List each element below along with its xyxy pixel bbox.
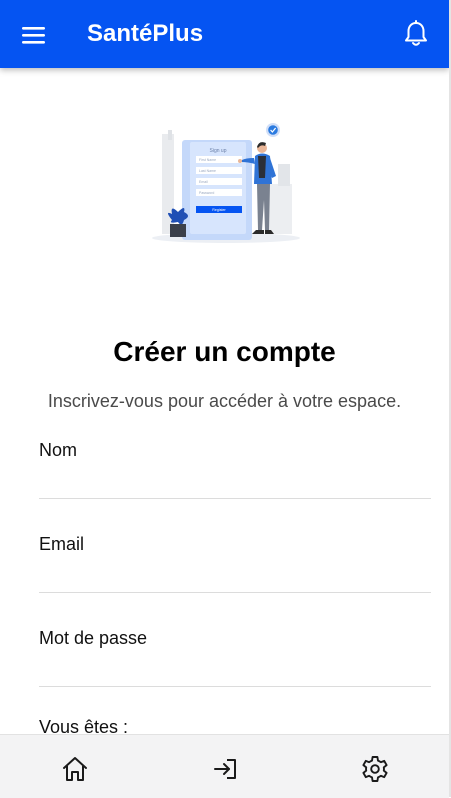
bell-icon[interactable] xyxy=(403,20,429,48)
menu-icon[interactable] xyxy=(22,25,46,45)
signup-illustration: Sign up First Name Last Name Email Passw… xyxy=(148,104,304,244)
login-icon[interactable] xyxy=(211,754,241,784)
illustration-form-title: Sign up xyxy=(210,148,227,154)
illustration-field: Last Name xyxy=(199,169,216,173)
app-bar: SantéPlus xyxy=(0,0,449,68)
app-title: SantéPlus xyxy=(87,20,204,47)
email-field-label: Email xyxy=(39,534,85,554)
illustration-field: Email xyxy=(199,180,208,184)
password-field-label: Mot de passe xyxy=(39,628,148,648)
password-field[interactable]: Mot de passe xyxy=(39,626,431,687)
illustration-field: Password xyxy=(199,191,214,195)
illustration-field: First Name xyxy=(199,158,216,162)
page-title: Créer un compte xyxy=(113,335,336,367)
email-field[interactable]: Email xyxy=(39,532,431,593)
settings-icon[interactable] xyxy=(360,754,390,784)
name-field-label: Nom xyxy=(39,440,78,460)
name-field[interactable]: Nom xyxy=(39,438,431,499)
home-icon[interactable] xyxy=(60,754,90,784)
page-subtitle: Inscrivez-vous pour accéder à votre espa… xyxy=(47,391,402,411)
bottom-nav xyxy=(0,734,449,798)
illustration-button: Register xyxy=(212,208,226,212)
